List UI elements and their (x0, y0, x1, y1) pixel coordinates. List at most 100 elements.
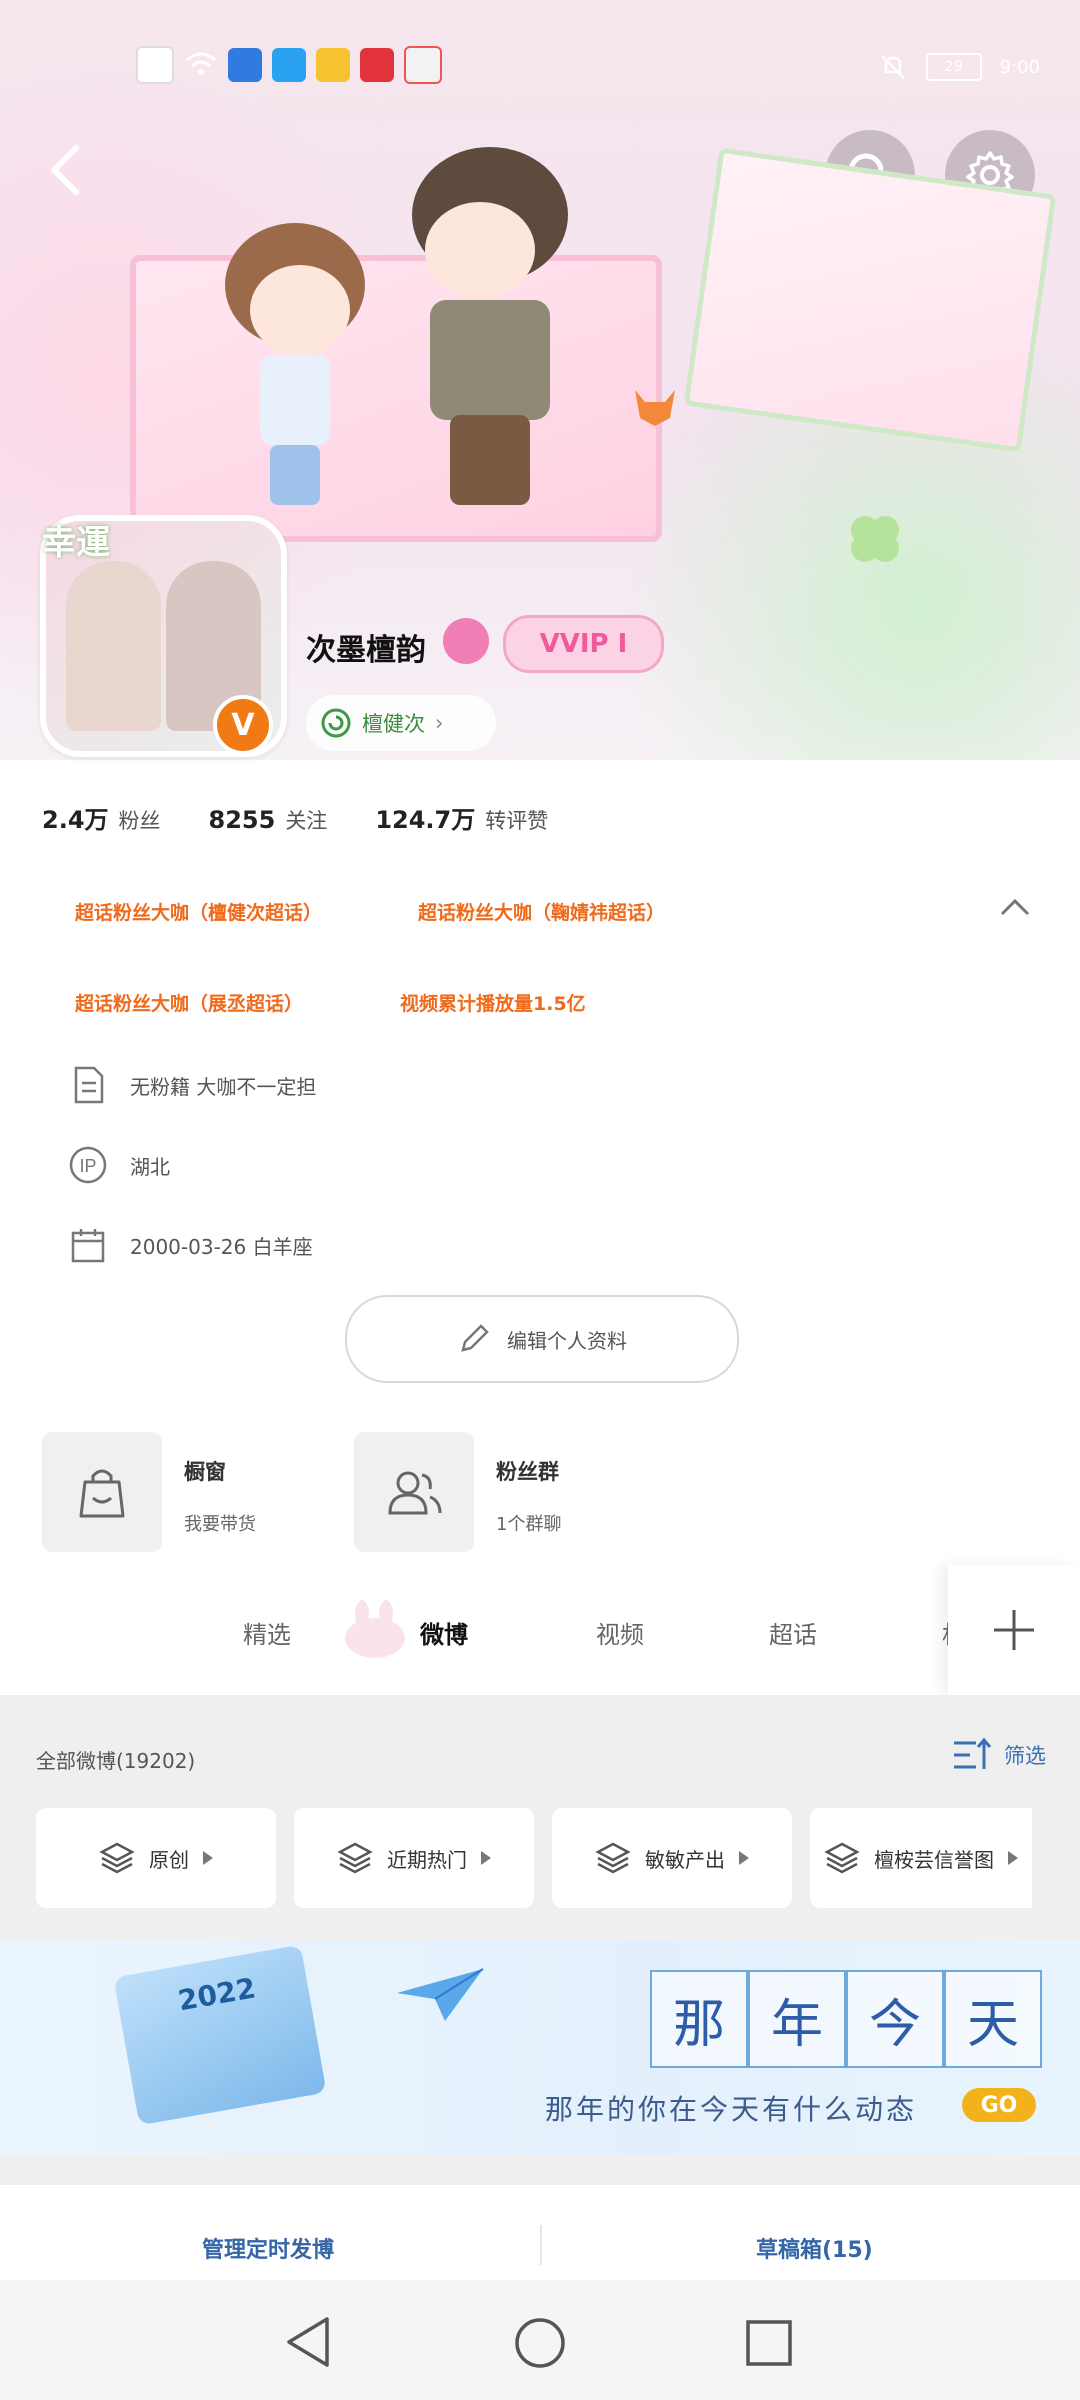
cover-character-right (412, 147, 568, 505)
title-char: 天 (944, 1970, 1042, 2068)
on-this-day-title: 那 年 今 天 (650, 1970, 1042, 2068)
gift-app-icon (404, 46, 442, 84)
fox-sticker-icon (635, 390, 675, 426)
calendar-year: 2022 (175, 1971, 259, 2018)
all-posts-count: 全部微博(19202) (36, 1749, 196, 1773)
group-icon-box (354, 1432, 474, 1552)
clock: 9:00 (999, 56, 1040, 78)
stat-value: 2.4万 (42, 806, 109, 834)
bunny-decoration-icon (345, 1600, 405, 1658)
layers-icon (824, 1842, 860, 1874)
add-tab-button[interactable] (948, 1565, 1080, 1695)
filter-sort-icon (954, 1737, 992, 1769)
stat-label: 关注 (285, 809, 328, 833)
caret-right-icon (739, 1851, 749, 1865)
tab-super-topic[interactable]: 超话 (769, 1615, 817, 1650)
scheduled-posts-button[interactable]: 管理定时发博 (202, 2232, 334, 2264)
browser-app-icon (228, 48, 262, 82)
fan-badge-icon[interactable] (443, 618, 489, 664)
avatar-frame-label: 幸運 (42, 523, 110, 563)
caret-right-icon (481, 1851, 491, 1865)
achievement-tag[interactable]: 视频累计播放量1.5亿 (400, 989, 586, 1016)
layers-icon (595, 1842, 631, 1874)
chip-recent-hot[interactable]: 近期热门 (294, 1808, 534, 1908)
chip-label: 敏敏产出 (645, 1847, 725, 1872)
fan-group-subtitle: 1个群聊 (496, 1514, 562, 1535)
title-char: 今 (846, 1970, 944, 2068)
nav-back-icon[interactable] (283, 2315, 333, 2369)
battery-level: 29 (944, 59, 963, 75)
on-this-day-subtitle: 那年的你在今天有什么动态 (545, 2093, 918, 2126)
back-arrow-icon[interactable] (38, 140, 98, 200)
achievement-tag[interactable]: 超话粉丝大咖（展丞超话） (75, 989, 303, 1016)
edit-profile-label: 编辑个人资料 (507, 1328, 627, 1353)
shopping-bag-icon (79, 1469, 125, 1518)
go-button[interactable]: GO (962, 2088, 1036, 2122)
chevron-right-icon: › (435, 711, 444, 735)
stat-label: 转评赞 (485, 809, 549, 833)
wifi-icon (186, 52, 216, 75)
filter-button[interactable]: 筛选 (950, 1735, 1046, 1775)
vip-label: VVIP I (539, 629, 628, 659)
collapse-chevron-up-icon[interactable] (1000, 898, 1030, 916)
showcase-entry[interactable]: 橱窗 我要带货 (42, 1432, 256, 1552)
content-tabs: 精选 微博 视频 超话 相 (0, 1585, 1080, 1695)
chip-label: 近期热门 (387, 1847, 467, 1872)
chip-fan-output[interactable]: 敏敏产出 (552, 1808, 792, 1908)
calendar-icon (71, 1229, 105, 1263)
paper-plane-icon (397, 1968, 484, 2021)
edit-profile-button[interactable]: 编辑个人资料 (345, 1295, 739, 1383)
layers-icon (337, 1842, 373, 1874)
stat-following[interactable]: 8255 关注 (209, 805, 328, 835)
fan-group-title: 粉丝群 (496, 1460, 559, 1484)
bio-text: 无粉籍 大咖不一定担 (130, 1074, 317, 1099)
ip-text: 湖北 (130, 1154, 170, 1179)
showcase-subtitle: 我要带货 (184, 1514, 256, 1535)
achievement-tag[interactable]: 超话粉丝大咖（檀健次超话） (75, 898, 322, 925)
verified-badge-icon: V (213, 695, 273, 755)
achievement-tag[interactable]: 超话粉丝大咖（鞠婧祎超话） (418, 898, 665, 925)
chip-original[interactable]: 原创 (36, 1808, 276, 1908)
shopping-bag-icon-box (42, 1432, 162, 1552)
stat-value: 8255 (208, 806, 276, 834)
svg-text:IP: IP (79, 1156, 96, 1176)
chip-label: 原创 (149, 1847, 189, 1872)
tab-featured[interactable]: 精选 (243, 1615, 291, 1650)
clover-sticker-icon (851, 516, 899, 562)
filter-label: 筛选 (1004, 1744, 1046, 1768)
layers-icon (99, 1842, 135, 1874)
plus-icon (994, 1610, 1034, 1650)
mute-bell-icon (880, 55, 905, 79)
reader-app-icon (360, 48, 394, 82)
battery-icon: 29 (925, 53, 982, 81)
feed-category-chips: 原创 近期热门 敏敏产出 檀桉芸信誉图 (36, 1808, 1032, 1908)
alert-icon (136, 46, 174, 84)
drafts-button[interactable]: 草稿箱(15) (756, 2232, 873, 2264)
document-icon (74, 1066, 104, 1104)
tab-weibo[interactable]: 微博 (420, 1615, 468, 1650)
stat-value: 124.7万 (375, 806, 476, 834)
cover-character-left (225, 223, 365, 505)
pencil-icon (461, 1324, 489, 1352)
chip-custom-album[interactable]: 檀桉芸信誉图 (810, 1808, 1032, 1908)
linked-super-topic-chip[interactable]: 檀健次 › (306, 695, 496, 751)
title-char: 年 (748, 1970, 846, 2068)
weibo-app-icon (316, 48, 350, 82)
caret-right-icon (203, 1851, 213, 1865)
chip-label: 檀桉芸信誉图 (874, 1847, 994, 1872)
fan-group-entry[interactable]: 粉丝群 1个群聊 (354, 1432, 561, 1552)
vip-badge[interactable]: VVIP I (503, 615, 664, 673)
title-char: 那 (650, 1970, 748, 2068)
info-ip-row: IP 湖北 (68, 1145, 170, 1185)
ip-location-icon: IP (69, 1146, 107, 1184)
nav-home-icon[interactable] (513, 2316, 567, 2370)
lollipop-icon (321, 708, 351, 738)
info-bio-row: 无粉籍 大咖不一定担 (68, 1065, 316, 1105)
stat-label: 粉丝 (118, 809, 161, 833)
stat-engagement[interactable]: 124.7万 转评赞 (375, 800, 548, 835)
profile-stats: 2.4万 粉丝 8255 关注 124.7万 转评赞 (42, 800, 548, 835)
stat-followers[interactable]: 2.4万 粉丝 (42, 800, 161, 835)
nav-recents-icon[interactable] (744, 2318, 794, 2368)
users-icon (388, 1471, 442, 1515)
tab-video[interactable]: 视频 (596, 1615, 644, 1650)
